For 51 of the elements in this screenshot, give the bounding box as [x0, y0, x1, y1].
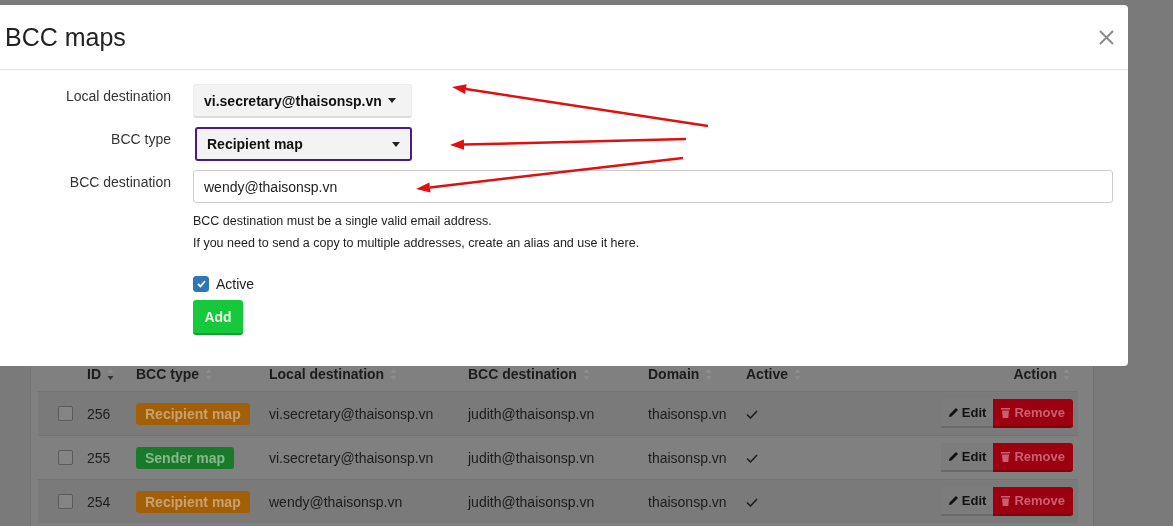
trash-icon	[1001, 451, 1011, 462]
bcc-type-select[interactable]: Recipient map	[195, 127, 412, 161]
column-header[interactable]: Domain	[648, 366, 700, 382]
column-header[interactable]: Local destination	[269, 366, 385, 382]
table-cell-text: wendy@thaisonsp.vn	[268, 493, 404, 510]
field-label: BCC destination	[68, 173, 171, 192]
table-cell-text: judith@thaisonsp.vn	[466, 449, 596, 466]
table-cell-text: thaisonsp.vn	[647, 493, 728, 510]
column-header[interactable]: Action	[1013, 366, 1057, 382]
bcc-destination-field[interactable]: wendy@thaisonsp.vn	[193, 170, 1113, 203]
table-cell-text: judith@thaisonsp.vn	[466, 493, 596, 510]
table-cell-text: vi.secretary@thaisonsp.vn	[268, 405, 435, 422]
edit-button[interactable]: Edit	[940, 443, 994, 472]
caret-icon	[387, 98, 396, 103]
checkbox-label: Active	[216, 276, 255, 292]
remove-button[interactable]: Remove	[993, 443, 1073, 472]
caret-icon	[392, 141, 400, 147]
row-checkbox[interactable]	[58, 450, 73, 465]
table-cell-text: 255	[86, 449, 112, 466]
remove-button[interactable]: Remove	[993, 399, 1073, 428]
pencil-icon	[947, 451, 959, 462]
bcc-type-tag: Recipient map	[136, 402, 250, 425]
field-label: Local destination	[64, 87, 171, 106]
local-destination-dropdown[interactable]: vi.secretary@thaisonsp.vn	[193, 84, 412, 118]
bcc-type-tag: Sender map	[136, 446, 235, 469]
column-header[interactable]: ID	[87, 366, 101, 382]
remove-button[interactable]: Remove	[993, 487, 1073, 516]
column-header[interactable]: Active	[746, 366, 789, 382]
table-cell-text: judith@thaisonsp.vn	[466, 405, 596, 422]
table-cell-text: 254	[86, 493, 112, 510]
trash-icon	[1001, 407, 1011, 418]
bcc-type-tag: Recipient map	[136, 490, 250, 513]
pencil-icon	[947, 407, 959, 418]
table-cell-text: 256	[86, 405, 112, 422]
row-checkbox[interactable]	[58, 494, 73, 509]
active-checkbox[interactable]	[193, 276, 209, 292]
close-icon[interactable]	[1099, 29, 1114, 45]
table-cell-text: thaisonsp.vn	[647, 405, 728, 422]
table-cell-text: thaisonsp.vn	[647, 449, 728, 466]
column-header[interactable]: BCC type	[136, 366, 199, 382]
pencil-icon	[947, 495, 959, 506]
help-text: BCC destination must be a single valid email address.	[193, 213, 493, 230]
checkmark-icon	[196, 280, 206, 288]
column-header[interactable]: BCC destination	[468, 366, 577, 382]
modal-title: BCC maps	[5, 22, 126, 52]
table-cell-text: vi.secretary@thaisonsp.vn	[268, 449, 435, 466]
sort-icon[interactable]	[107, 367, 114, 381]
field-label: BCC type	[110, 130, 171, 149]
trash-icon	[1001, 495, 1011, 506]
row-checkbox[interactable]	[58, 406, 73, 421]
help-text: If you need to send a copy to multiple addresses, create an alias and use it here.	[193, 235, 641, 252]
